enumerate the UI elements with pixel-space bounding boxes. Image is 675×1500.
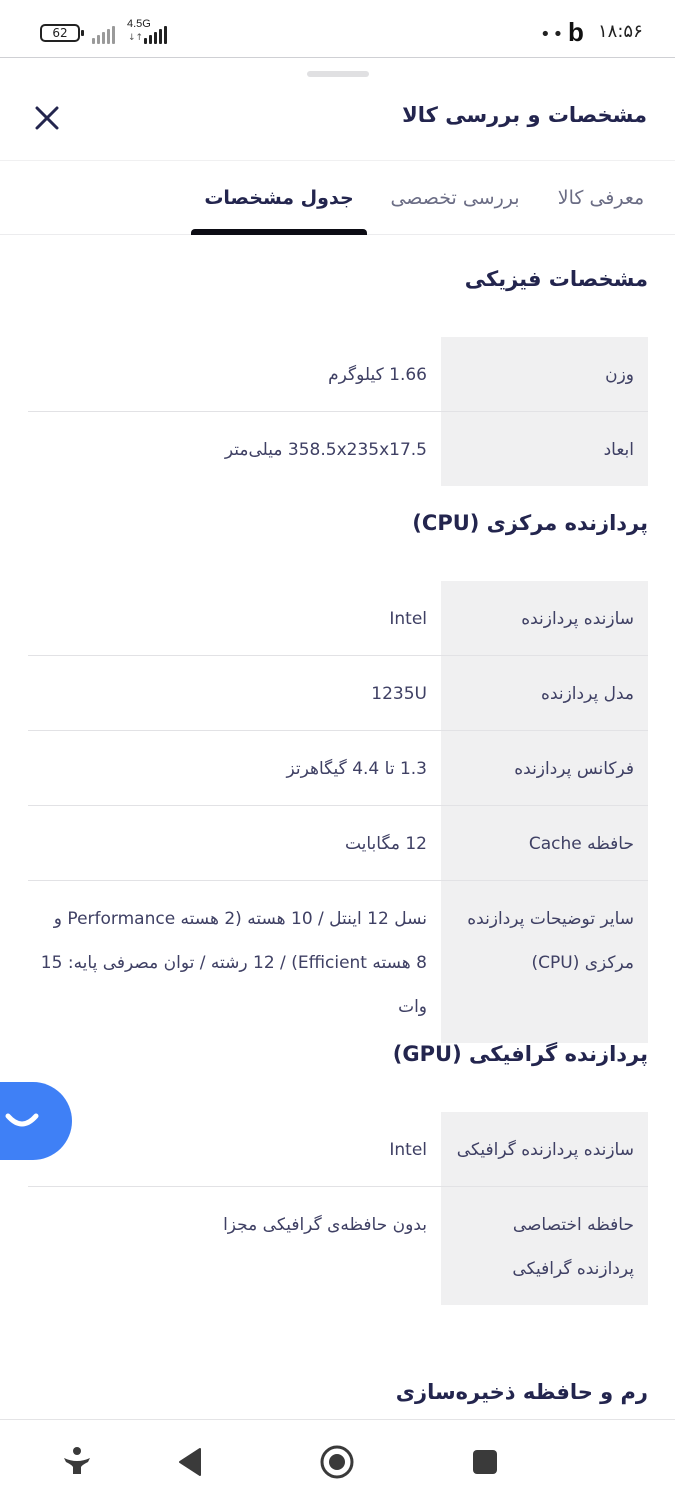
chat-smile-icon [5,1113,39,1127]
spec-value: بدون حافظه‌ی گرافیکی مجزا [223,1215,427,1235]
spec-row: ابعاد 358.5x235x17.5 میلی‌متر [28,412,648,486]
spec-key: حافظه Cache [441,806,648,880]
spec-row: وزن 1.66 کیلوگرم [28,337,648,412]
spec-row: فرکانس پردازنده 1.3 تا 4.4 گیگاهرتز [28,731,648,806]
spec-table-gpu: سازنده پردازنده گرافیکی Intel حافظه اختص… [28,1112,648,1305]
accessibility-button[interactable] [55,1440,99,1484]
spec-row: سازنده پردازنده Intel [28,581,648,656]
section-title-physical: مشخصات فیزیکی [464,267,648,291]
section-title-cpu: پردازنده مرکزی (CPU) [412,511,648,535]
signal-strength-icon [92,22,115,44]
spec-value: 1.66 کیلوگرم [328,365,427,385]
tab-product-intro[interactable]: معرفی کالا [527,162,675,235]
back-button[interactable] [168,1440,212,1484]
status-bar: 62 4.5G ↓↑ •• b ۱۸:۵۶ [0,0,675,58]
active-tab-indicator [191,229,367,235]
section-title-ram: رم و حافظه ذخیره‌سازی [395,1380,648,1404]
spec-row: حافظه Cache 12 مگابایت [28,806,648,881]
spec-row: سایر توضیحات پردازنده مرکزی (CPU) نسل 12… [28,881,648,1043]
network-activity-icon: ↓↑ [128,33,144,43]
spec-value: 358.5x235x17.5 میلی‌متر [224,440,427,460]
spec-table-physical: وزن 1.66 کیلوگرم ابعاد 358.5x235x17.5 می… [28,337,648,486]
status-time: ۱۸:۵۶ [598,21,643,42]
spec-key: مدل پردازنده [441,656,648,730]
signal-strength-icon-2 [144,22,167,44]
spec-value: 12 مگابایت [344,834,427,854]
spec-table-cpu: سازنده پردازنده Intel مدل پردازنده 1235U… [28,581,648,1043]
tab-specifications[interactable]: جدول مشخصات [191,162,367,235]
home-button[interactable] [315,1440,359,1484]
spec-row: سازنده پردازنده گرافیکی Intel [28,1112,648,1187]
spec-key: وزن [441,337,648,411]
spec-value: Intel [389,1140,427,1160]
recents-button[interactable] [463,1440,507,1484]
tabs-bar: معرفی کالا بررسی تخصصی جدول مشخصات [0,162,675,235]
accessibility-icon [64,1447,90,1474]
spec-key: حافظه اختصاصی پردازنده گرافیکی [441,1187,648,1305]
spec-key: سایر توضیحات پردازنده مرکزی (CPU) [441,881,648,1043]
spec-value: نسل 12 اینتل / 10 هسته (2 هسته Performan… [40,909,427,1017]
spec-value: 1235U [371,684,427,704]
app-notification-icon: b [568,17,584,47]
back-icon [179,1448,201,1476]
spec-key: ابعاد [441,412,648,486]
tab-expert-review[interactable]: بررسی تخصصی [375,162,535,235]
spec-value: 1.3 تا 4.4 گیگاهرتز [286,759,427,779]
home-icon [320,1445,354,1479]
spec-key: سازنده پردازنده [441,581,648,655]
spec-value: Intel [389,609,427,629]
close-button[interactable] [30,101,64,135]
sheet-title: مشخصات و بررسی کالا [402,103,647,127]
battery-icon: 62 [40,24,84,42]
spec-row: مدل پردازنده 1235U [28,656,648,731]
close-icon [35,106,59,130]
product-specs-sheet: مشخصات و بررسی کالا معرفی کالا بررسی تخص… [0,59,675,1419]
section-title-gpu: پردازنده گرافیکی (GPU) [392,1042,648,1066]
spec-row: حافظه اختصاصی پردازنده گرافیکی بدون حافظ… [28,1187,648,1305]
system-nav-bar [0,1419,675,1500]
recents-icon [473,1450,497,1474]
notification-dots-icon: •• [540,24,566,45]
spec-key: سازنده پردازنده گرافیکی [441,1112,648,1186]
sheet-header: مشخصات و بررسی کالا [0,59,675,161]
spec-key: فرکانس پردازنده [441,731,648,805]
